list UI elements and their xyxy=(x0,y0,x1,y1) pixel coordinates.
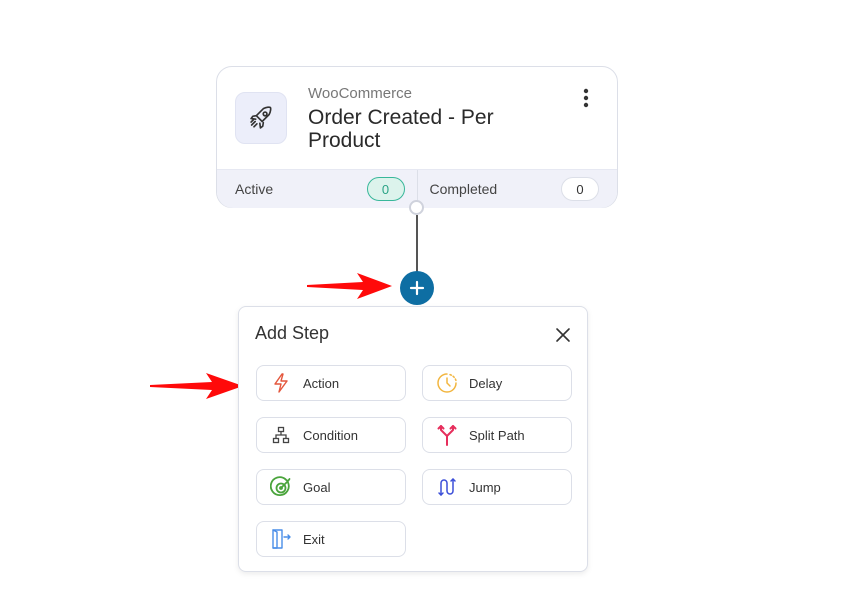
step-goal-button[interactable]: Goal xyxy=(256,469,406,505)
connector-handle[interactable] xyxy=(409,200,424,215)
lightning-icon xyxy=(274,373,288,393)
exit-door-icon xyxy=(272,529,291,549)
more-menu-button[interactable] xyxy=(575,87,597,109)
close-button[interactable] xyxy=(553,325,573,345)
trigger-title: Order Created - Per Product xyxy=(308,106,494,152)
hierarchy-icon xyxy=(272,426,290,444)
stat-active-label: Active xyxy=(235,181,274,197)
add-step-panel: Add Step Action Delay Condition Split Pa… xyxy=(238,306,588,572)
stat-completed-label: Completed xyxy=(429,181,498,197)
step-split-path-label: Split Path xyxy=(469,427,525,443)
annotation-arrow-add-button xyxy=(307,273,392,299)
step-condition-button[interactable]: Condition xyxy=(256,417,406,453)
add-step-button[interactable] xyxy=(400,271,434,305)
step-action-label: Action xyxy=(303,375,340,391)
step-delay-label: Delay xyxy=(469,375,503,391)
step-goal-label: Goal xyxy=(303,479,331,495)
stat-active-count[interactable]: 0 xyxy=(366,177,405,201)
close-icon xyxy=(556,328,570,342)
split-icon xyxy=(437,425,457,446)
step-jump-button[interactable]: Jump xyxy=(422,469,572,505)
connector-line xyxy=(416,215,418,273)
panel-title: Add Step xyxy=(255,323,330,343)
step-action-button[interactable]: Action xyxy=(256,365,406,401)
jump-icon xyxy=(438,478,456,496)
trigger-card[interactable]: WooCommerce Order Created - Per Product … xyxy=(216,66,618,208)
more-vertical-icon xyxy=(583,88,589,108)
step-exit-button[interactable]: Exit xyxy=(256,521,406,557)
plus-icon xyxy=(409,280,425,296)
step-condition-label: Condition xyxy=(303,427,358,443)
trigger-provider: WooCommerce xyxy=(308,85,412,102)
stat-completed-count[interactable]: 0 xyxy=(561,177,599,201)
annotation-arrow-action xyxy=(150,373,243,399)
trigger-icon-box xyxy=(235,92,287,144)
step-delay-button[interactable]: Delay xyxy=(422,365,572,401)
stat-completed: Completed 0 xyxy=(418,170,618,208)
clock-icon xyxy=(437,373,457,393)
stat-active: Active 0 xyxy=(217,170,418,208)
target-icon xyxy=(270,476,291,497)
step-split-path-button[interactable]: Split Path xyxy=(422,417,572,453)
step-jump-label: Jump xyxy=(469,479,501,495)
step-exit-label: Exit xyxy=(303,531,325,547)
rocket-icon xyxy=(250,106,272,129)
